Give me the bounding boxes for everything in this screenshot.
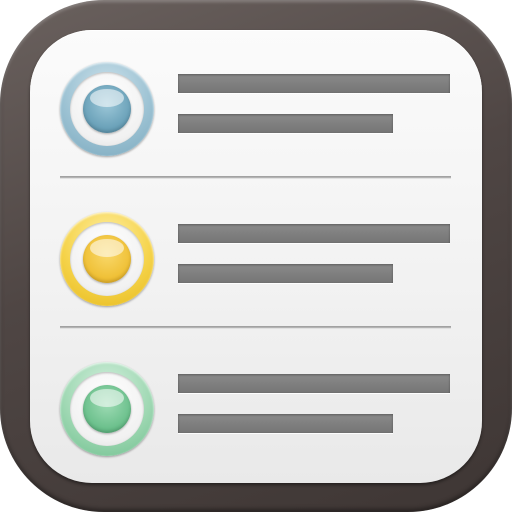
checkbox-dot xyxy=(83,85,131,133)
green-checkbox-icon xyxy=(60,362,154,456)
reminder-text-placeholder xyxy=(178,74,450,93)
reminder-item xyxy=(30,348,482,468)
reminders-icon[interactable] xyxy=(0,0,512,512)
divider xyxy=(60,176,451,179)
note-paper xyxy=(30,30,482,483)
reminder-text-placeholder xyxy=(178,224,450,243)
reminder-item xyxy=(30,48,482,168)
icon-canvas xyxy=(0,0,512,512)
checkbox-dot xyxy=(83,385,131,433)
checkbox-dot xyxy=(83,235,131,283)
reminder-subtext-placeholder xyxy=(178,264,393,283)
reminder-subtext-placeholder xyxy=(178,414,393,433)
reminder-item xyxy=(30,198,482,318)
divider xyxy=(60,326,451,329)
reminder-subtext-placeholder xyxy=(178,114,393,133)
blue-checkbox-icon xyxy=(60,62,154,156)
yellow-checkbox-icon xyxy=(60,212,154,306)
reminder-text-placeholder xyxy=(178,374,450,393)
